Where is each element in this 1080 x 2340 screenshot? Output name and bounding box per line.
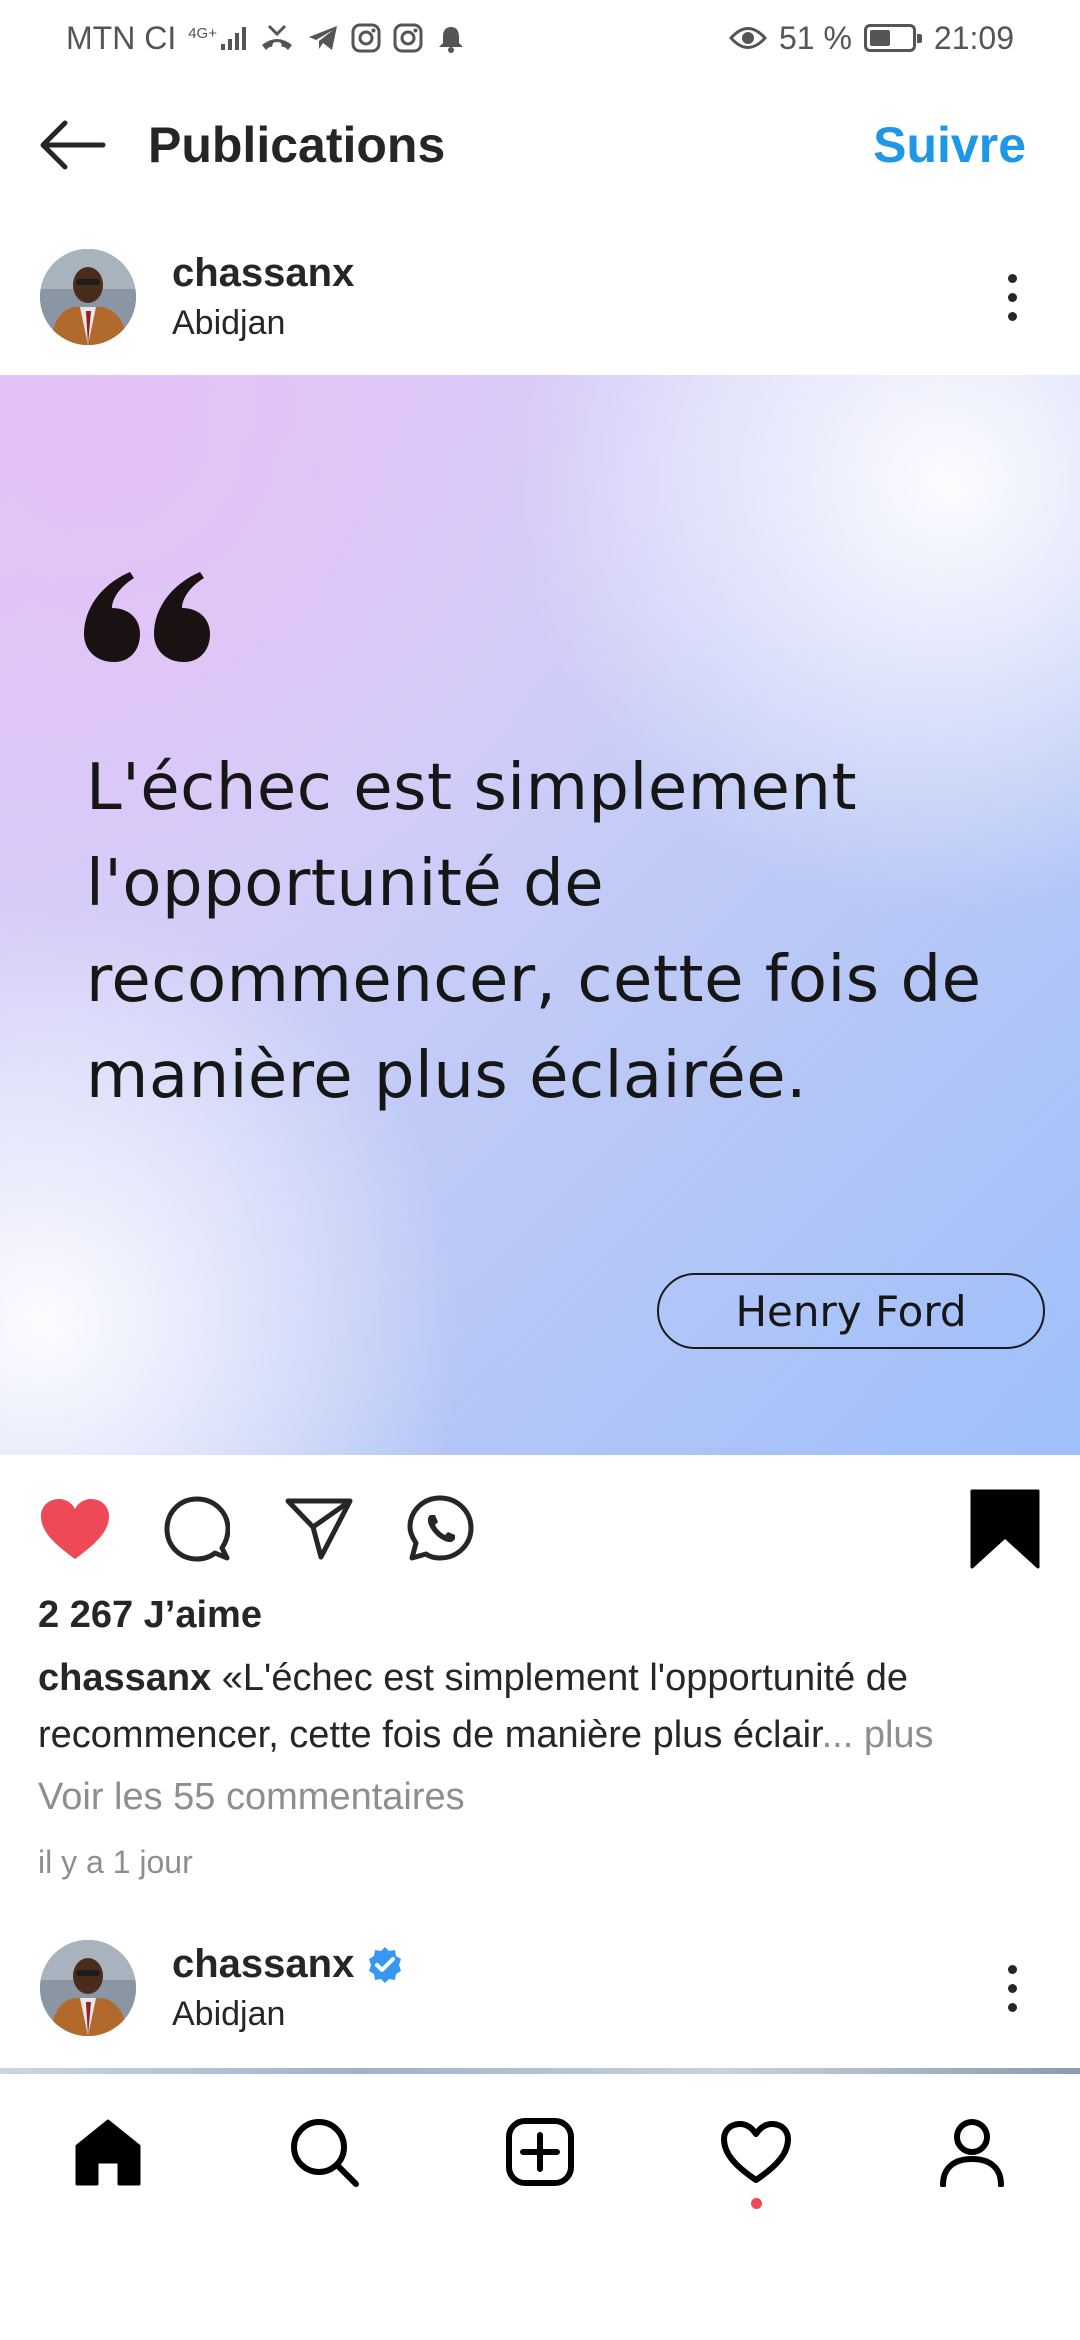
post-caption: chassanx «L'échec est simplement l'oppor… (38, 1650, 1048, 1764)
post-timestamp: il y a 1 jour (38, 1844, 193, 1880)
next-post-header: chassanx Abidjan (0, 1928, 1080, 2048)
quote-mark-icon (84, 572, 210, 662)
status-bar-right: 51 % 21:09 (728, 19, 1014, 57)
arrow-left-icon (40, 120, 106, 170)
caption-more-link[interactable]: ... plus (822, 1714, 934, 1756)
more-vertical-icon-dot (1007, 1983, 1017, 1993)
whatsapp-button[interactable] (404, 1492, 478, 1566)
view-comments-link[interactable]: Voir les 55 commentaires (38, 1776, 465, 1819)
next-username-row: chassanx (172, 1942, 404, 1987)
next-post-location[interactable]: Abidjan (172, 1995, 404, 2034)
status-bar-left: MTN CI 4G+ (66, 20, 467, 57)
profile-icon (940, 2119, 1004, 2187)
like-count[interactable]: 2 267 J’aime (38, 1594, 262, 1637)
more-vertical-icon (1007, 1964, 1017, 1974)
eye-icon (728, 27, 767, 49)
next-user-info: chassanx Abidjan (172, 1942, 404, 2034)
post-username[interactable]: chassanx (172, 251, 354, 296)
alarm-icon (438, 27, 463, 53)
comment-icon (164, 1496, 230, 1562)
avatar-photo (40, 249, 136, 345)
instagram-icon (351, 23, 381, 53)
telegram-icon (308, 26, 337, 50)
more-vertical-icon-dot (1007, 292, 1017, 302)
paper-plane-icon (285, 1498, 353, 1560)
comment-button[interactable] (160, 1492, 234, 1566)
avatar[interactable] (40, 249, 136, 345)
back-button[interactable] (36, 109, 108, 181)
network-type: 4G+ (188, 25, 217, 42)
more-options-button[interactable] (992, 257, 1032, 337)
post-image[interactable]: L'échec est simplement l'opportunité de … (0, 375, 1080, 1455)
nav-activity[interactable] (711, 2107, 801, 2209)
caption-username[interactable]: chassanx (38, 1657, 211, 1699)
network-indicator: 4G+ (188, 26, 247, 50)
more-vertical-icon (1007, 273, 1017, 283)
battery-percent: 51 % (778, 19, 852, 56)
signal-icon (220, 27, 246, 50)
quote-text: L'échec est simplement l'opportunité de … (86, 751, 982, 1113)
post-location[interactable]: Abidjan (172, 304, 354, 343)
post-header: chassanx Abidjan (0, 237, 1080, 357)
app-bar: Publications Suivre (0, 90, 1080, 200)
save-button[interactable] (968, 1489, 1042, 1569)
status-bar: MTN CI 4G+ 51 % 21:09 (0, 0, 1080, 76)
next-post-username[interactable]: chassanx (172, 1942, 354, 1987)
bookmark-filled-icon (970, 1489, 1040, 1569)
nav-create[interactable] (495, 2107, 585, 2197)
verified-badge-icon (369, 1946, 402, 1983)
notification-dot (751, 2198, 762, 2209)
carrier-label: MTN CI (66, 19, 177, 56)
username-row: chassanx (172, 251, 354, 296)
instagram-icon-2 (393, 23, 423, 53)
more-vertical-icon-dot (1007, 2002, 1017, 2012)
home-icon (75, 2119, 141, 2186)
post-actions (0, 1480, 1080, 1578)
battery-icon (863, 24, 922, 52)
page-title: Publications (148, 117, 446, 173)
user-info: chassanx Abidjan (172, 251, 354, 343)
follow-button[interactable]: Suivre (873, 116, 1044, 174)
nav-home[interactable] (63, 2107, 153, 2197)
missed-call-icon (261, 24, 292, 50)
nav-profile[interactable] (927, 2107, 1017, 2197)
avatar-photo (40, 1940, 136, 2036)
clock: 21:09 (933, 19, 1014, 56)
next-avatar[interactable] (40, 1940, 136, 2036)
share-button[interactable] (282, 1492, 356, 1566)
like-button[interactable] (38, 1492, 112, 1566)
search-icon (291, 2119, 359, 2187)
nav-search[interactable] (279, 2107, 369, 2197)
quote-author: Henry Ford (657, 1273, 1045, 1349)
heart-icon (721, 2121, 791, 2183)
battery-fill (869, 30, 891, 46)
next-more-options-button[interactable] (992, 1948, 1032, 2028)
whatsapp-icon (407, 1495, 474, 1561)
more-vertical-icon-dot (1007, 311, 1017, 321)
add-post-icon (506, 2118, 574, 2186)
bottom-navigation (0, 2074, 1080, 2230)
heart-filled-icon (41, 1499, 109, 1559)
